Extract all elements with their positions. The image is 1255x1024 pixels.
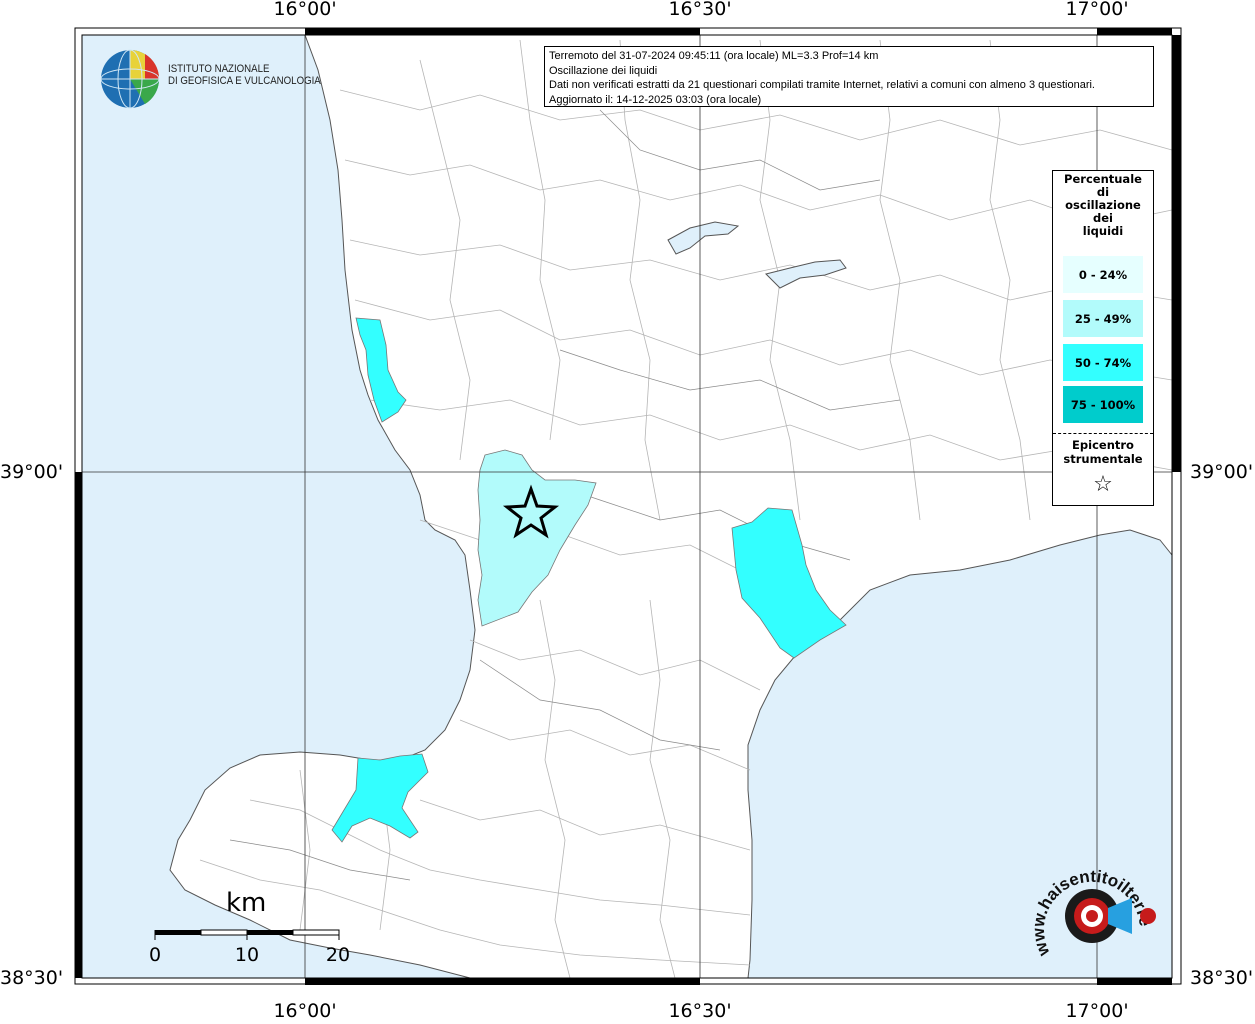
tick-top-16-30: 16°30' bbox=[668, 0, 732, 20]
data-note: Dati non verificati estratti da 21 quest… bbox=[549, 79, 1095, 91]
scale-unit: km bbox=[226, 888, 267, 918]
legend-class-0-24: 0 - 24% bbox=[1063, 256, 1143, 293]
star-icon: ☆ bbox=[1093, 472, 1113, 497]
legend-class-75-100: 75 - 100% bbox=[1063, 386, 1143, 423]
tick-bottom-17-00: 17°00' bbox=[1065, 1000, 1129, 1022]
ingv-line1: ISTITUTO NAZIONALE bbox=[168, 63, 270, 75]
event-info-box: Terremoto del 31-07-2024 09:45:11 (ora l… bbox=[544, 46, 1154, 107]
tick-top-16-00: 16°00' bbox=[273, 0, 337, 20]
legend: Percentuale di oscillazione dei liquidi … bbox=[1052, 170, 1154, 506]
scale-label-10: 10 bbox=[234, 944, 260, 966]
scale-label-0: 0 bbox=[148, 944, 162, 966]
tick-bottom-16-00: 16°00' bbox=[273, 1000, 337, 1022]
tick-left-38-30: 38°30' bbox=[0, 967, 64, 989]
legend-separator bbox=[1053, 433, 1153, 434]
tick-right-39-00: 39°00' bbox=[1190, 461, 1254, 483]
legend-epicenter-line1: Epicentro bbox=[1072, 438, 1134, 452]
update-time: Aggiornato il: 14-12-2025 03:03 (ora loc… bbox=[549, 93, 762, 106]
tick-right-38-30: 38°30' bbox=[1190, 967, 1254, 989]
ingv-line2: DI GEOFISICA E VULCANOLOGIA bbox=[168, 75, 321, 87]
map-subject: Oscillazione dei liquidi bbox=[549, 64, 658, 77]
legend-title-line: liquidi bbox=[1082, 224, 1124, 238]
tick-left-39-00: 39°00' bbox=[0, 461, 64, 483]
legend-epicenter: Epicentro strumentale bbox=[1053, 438, 1153, 466]
tick-bottom-16-30: 16°30' bbox=[668, 1000, 732, 1022]
scale-label-20: 20 bbox=[325, 944, 351, 966]
haisentito-logo: www.haisentitoilterremoto.it bbox=[1030, 858, 1156, 960]
legend-title: Percentuale di oscillazione dei liquidi bbox=[1053, 173, 1153, 238]
ingv-logo: ISTITUTO NAZIONALE DI GEOFISICA E VULCAN… bbox=[100, 48, 321, 110]
legend-class-50-74: 50 - 74% bbox=[1063, 344, 1143, 381]
legend-class-25-49: 25 - 49% bbox=[1063, 300, 1143, 337]
legend-epicenter-line2: strumentale bbox=[1063, 452, 1143, 466]
tick-top-17-00: 17°00' bbox=[1065, 0, 1129, 20]
event-title: Terremoto del 31-07-2024 09:45:11 (ora l… bbox=[549, 50, 879, 62]
globe-icon bbox=[100, 49, 160, 109]
